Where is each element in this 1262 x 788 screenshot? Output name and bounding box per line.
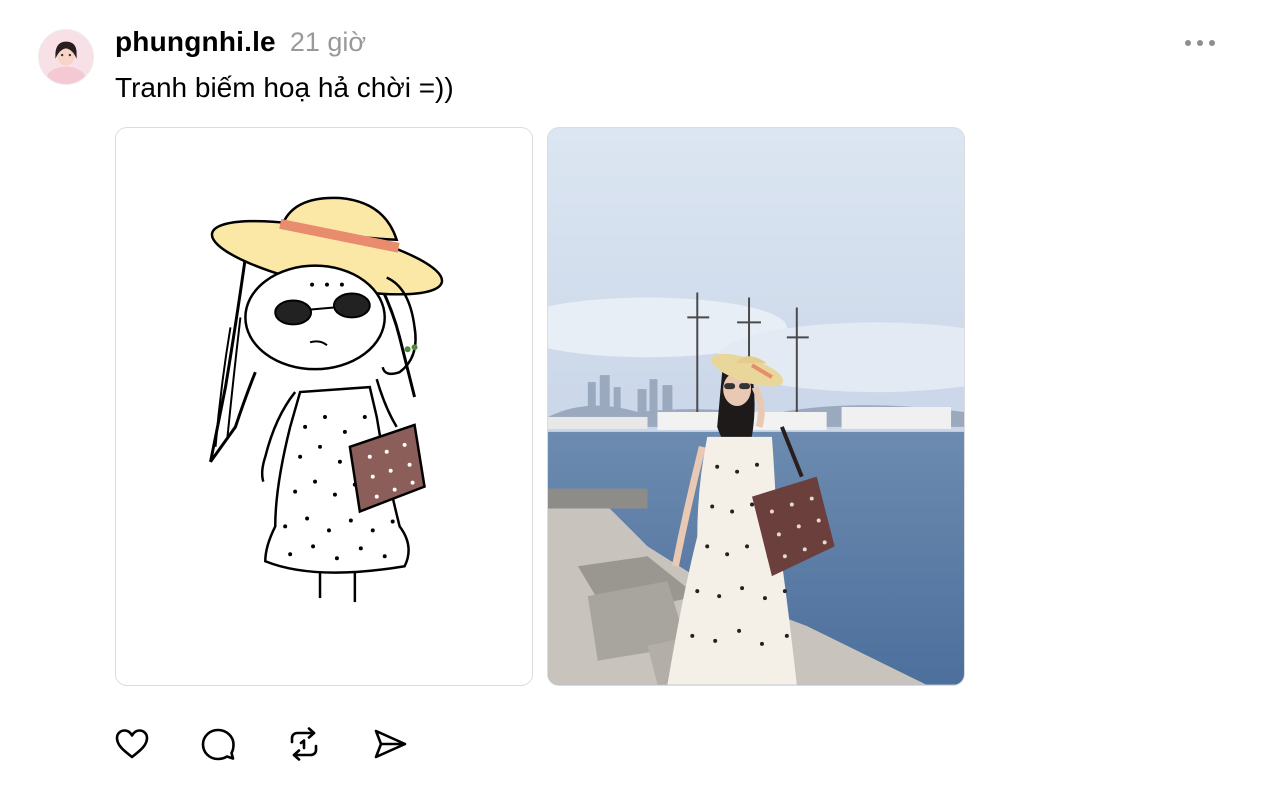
- heart-icon[interactable]: [113, 724, 151, 764]
- more-dot: [1209, 40, 1215, 46]
- harbor-photo-image[interactable]: [547, 127, 965, 686]
- more-dot: [1197, 40, 1203, 46]
- post-caption: Tranh biếm hoạ hả chời =)): [115, 72, 454, 103]
- post-actions: [113, 724, 409, 764]
- more-options-icon[interactable]: [1176, 30, 1224, 56]
- thread-post: phungnhi.le 21 giờ Tranh biếm hoạ hả chờ…: [0, 0, 1262, 788]
- post-timestamp[interactable]: 21 giờ: [290, 27, 366, 58]
- more-dot: [1185, 40, 1191, 46]
- cartoon-drawing-image[interactable]: [115, 127, 533, 686]
- repost-icon[interactable]: [285, 724, 323, 764]
- comment-icon[interactable]: [199, 724, 237, 764]
- post-header: phungnhi.le 21 giờ: [115, 26, 366, 62]
- username-link[interactable]: phungnhi.le: [115, 26, 276, 58]
- send-icon[interactable]: [371, 724, 409, 764]
- avatar[interactable]: [38, 29, 94, 85]
